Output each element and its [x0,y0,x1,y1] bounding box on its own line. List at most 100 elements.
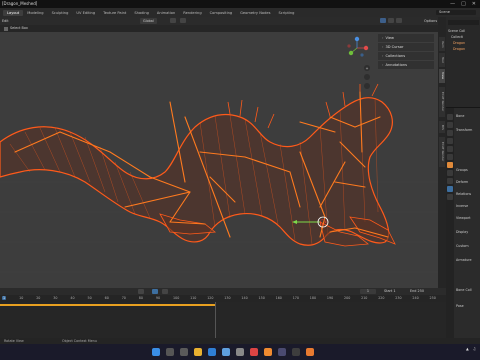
bone-tab-icon[interactable] [447,186,453,192]
panel-3d-cursor[interactable]: › 3D Cursor [378,43,434,51]
view-nav-buttons[interactable]: + [364,65,370,89]
outliner-row[interactable]: Dragon [453,47,465,52]
prop-relations[interactable]: Relations [456,192,471,197]
panel-view[interactable]: › View [378,34,434,42]
prop-pose-label: Pose [456,304,464,308]
jump-end-icon[interactable] [162,289,168,294]
tab-sculpting[interactable]: Sculpting [48,10,73,16]
tab-tool[interactable]: Tool [439,53,445,67]
network-icon[interactable]: ▲ [466,347,469,351]
prop-groups[interactable]: Groups [456,168,468,173]
tab-view[interactable]: View [439,69,445,83]
timeline-ruler[interactable]: 1 10 20 30 40 50 60 70 80 90 100 110 120 130 140 150 16… [0,295,446,302]
scene-selector[interactable]: Scene [436,10,476,15]
select-box-dropdown[interactable]: Select Box [10,26,28,31]
store-icon[interactable] [222,348,230,356]
tab-ecat-render-1[interactable]: ECAT Render [439,87,445,117]
tab-compositing[interactable]: Compositing [206,10,237,16]
outliner-search[interactable] [448,20,479,25]
tab-geometry-nodes[interactable]: Geometry Nodes [236,10,274,16]
snap-icon[interactable] [180,18,186,23]
volume-icon[interactable]: ♫ [473,347,476,351]
tab-uv-editing[interactable]: UV Editing [72,10,99,16]
prop-custom[interactable]: Custom [456,244,469,249]
start-frame-field[interactable]: Start 1 [384,289,396,294]
render-tab-icon[interactable] [447,122,453,128]
playhead[interactable]: 1 [2,296,7,300]
tab-ecat-render-2[interactable]: ECAT Render [439,137,445,167]
tool-tab-icon[interactable] [447,114,453,120]
options-dropdown[interactable]: Options [424,18,437,24]
outliner-row[interactable]: Dragon [453,41,465,46]
3d-viewport[interactable]: + › View › 3D Cursor › Collections › Annotat… [0,32,438,288]
timeline-tick: 160 [275,296,282,300]
select-box-icon[interactable] [4,26,8,31]
app-icon[interactable] [236,348,244,356]
window-controls: — □ ✕ [450,1,476,7]
minimize-icon[interactable]: — [450,1,455,7]
tab-animation[interactable]: Animation [153,10,179,16]
shading-rendered-icon[interactable] [396,18,402,23]
bone-name[interactable]: Bone [456,114,464,119]
tab-item[interactable]: Item [439,37,445,51]
tab-rendering[interactable]: Rendering [179,10,205,16]
task-view-icon[interactable] [180,348,188,356]
tab-layout[interactable]: Layout [3,10,24,16]
panel-collections[interactable]: › Collections [378,52,434,60]
constraint-tab-icon[interactable] [447,194,453,200]
tab-bis[interactable]: BIS [439,121,445,133]
navigation-gizmo[interactable] [347,36,369,57]
prop-inverse[interactable]: Inverse [456,204,468,209]
search-icon[interactable] [166,348,174,356]
prop-armature[interactable]: Armature [456,258,471,263]
tab-scripting[interactable]: Scripting [274,10,298,16]
jump-start-icon[interactable] [138,289,144,294]
modifier-tab-icon[interactable] [447,170,453,176]
shading-material-icon[interactable] [388,18,394,23]
prop-deform[interactable]: Deform [456,180,468,185]
timeline-area[interactable] [0,302,446,338]
timeline-tick: 150 [258,296,265,300]
blender-icon[interactable] [264,348,272,356]
pivot-icon[interactable] [170,18,176,23]
prop-pose[interactable]: Pose [456,304,464,309]
tab-shading[interactable]: Shading [130,10,153,16]
outliner-row[interactable]: Scene Coll [448,29,465,34]
prop-display[interactable]: Display [456,230,468,235]
prop-bone-collections[interactable]: Bone Coll [456,288,472,293]
file-explorer-icon[interactable] [194,348,202,356]
dragon-mesh[interactable] [0,83,396,247]
output-tab-icon[interactable] [447,130,453,136]
system-tray: ▲ ♫ [466,347,476,351]
tab-modeling[interactable]: Modeling [23,10,47,16]
window-title: [Dragon_Meshed] [2,1,38,6]
play-icon[interactable] [152,289,158,294]
outliner-row[interactable]: Collecti [451,35,463,40]
end-frame-field[interactable]: End 250 [410,289,424,294]
prop-groups-label: Groups [456,168,468,172]
panel-annotations[interactable]: › Annotations [378,61,434,69]
scene-tab-icon[interactable] [447,146,453,152]
timeline-tick: 180 [309,296,317,300]
prop-viewport[interactable]: Viewport [456,216,471,221]
view-layer-tab-icon[interactable] [447,138,453,144]
current-frame-field[interactable]: 1 [360,289,376,294]
app-icon[interactable] [278,348,286,356]
edit-mode-selector[interactable]: Edit [2,18,9,24]
close-icon[interactable]: ✕ [472,1,476,7]
prop-transform[interactable]: Transform [456,128,472,133]
browser-icon[interactable] [208,348,216,356]
shading-solid-icon[interactable] [380,18,386,23]
transform-orientation-dropdown[interactable]: Global [140,18,157,24]
world-tab-icon[interactable] [447,154,453,160]
blender-icon[interactable] [306,348,314,356]
maximize-icon[interactable]: □ [461,1,466,7]
app-icon[interactable] [250,348,258,356]
panel-view-label: View [385,36,394,40]
data-tab-icon[interactable] [447,178,453,184]
start-icon[interactable] [152,348,160,356]
app-icon[interactable] [292,348,300,356]
tab-texture-paint[interactable]: Texture Paint [99,10,130,16]
chevron-right-icon: › [382,45,384,49]
object-tab-icon[interactable] [447,162,453,168]
